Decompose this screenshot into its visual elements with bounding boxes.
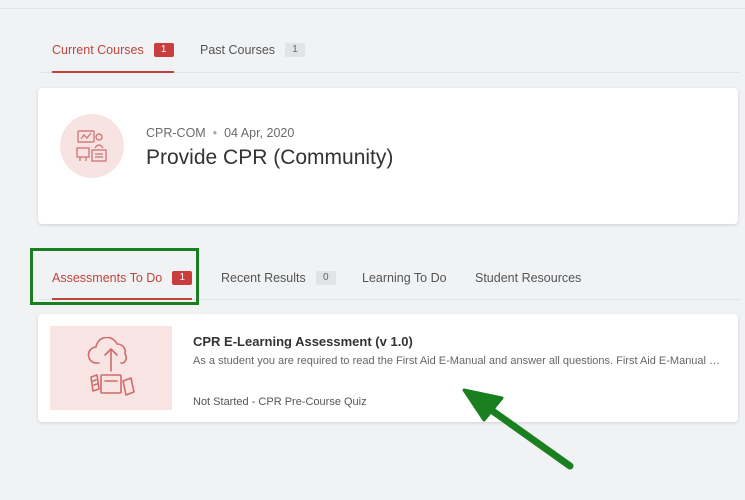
assessment-description: As a student you are required to read th…	[193, 355, 723, 367]
classroom-icon	[60, 114, 124, 178]
tab-past-courses[interactable]: Past Courses 1	[200, 28, 306, 72]
tab-label: Current Courses	[52, 43, 144, 57]
tab-label: Student Resources	[475, 271, 582, 285]
tab-student-resources[interactable]: Student Resources	[475, 257, 581, 299]
course-date: 04 Apr, 2020	[224, 126, 295, 140]
course-card[interactable]: CPR-COM • 04 Apr, 2020 Provide CPR (Commun…	[38, 88, 738, 224]
count-badge: 1	[153, 43, 174, 57]
top-divider	[0, 8, 745, 9]
cloud-upload-icon	[50, 326, 172, 410]
assessment-title[interactable]: CPR E-Learning Assessment (v 1.0)	[193, 334, 413, 349]
tab-recent-results[interactable]: Recent Results 0	[221, 257, 336, 299]
tab-label: Recent Results	[221, 271, 306, 285]
count-badge: 0	[315, 271, 336, 285]
meta-separator: •	[212, 126, 218, 140]
count-badge: 1	[285, 43, 306, 57]
tab-label: Learning To Do	[362, 271, 447, 285]
course-title[interactable]: Provide CPR (Community)	[146, 146, 393, 170]
assessment-status: Not Started - CPR Pre-Course Quiz	[193, 396, 367, 408]
tab-learning-to-do[interactable]: Learning To Do	[362, 257, 447, 299]
assessment-card[interactable]: CPR E-Learning Assessment (v 1.0) As a s…	[38, 314, 738, 422]
course-code: CPR-COM	[146, 126, 206, 140]
highlight-annotation	[30, 248, 199, 305]
tab-label: Past Courses	[200, 43, 276, 57]
course-meta: CPR-COM • 04 Apr, 2020	[146, 126, 294, 140]
course-tabs: Current Courses 1 Past Courses 1	[40, 28, 740, 73]
tab-current-courses[interactable]: Current Courses 1	[52, 28, 174, 73]
